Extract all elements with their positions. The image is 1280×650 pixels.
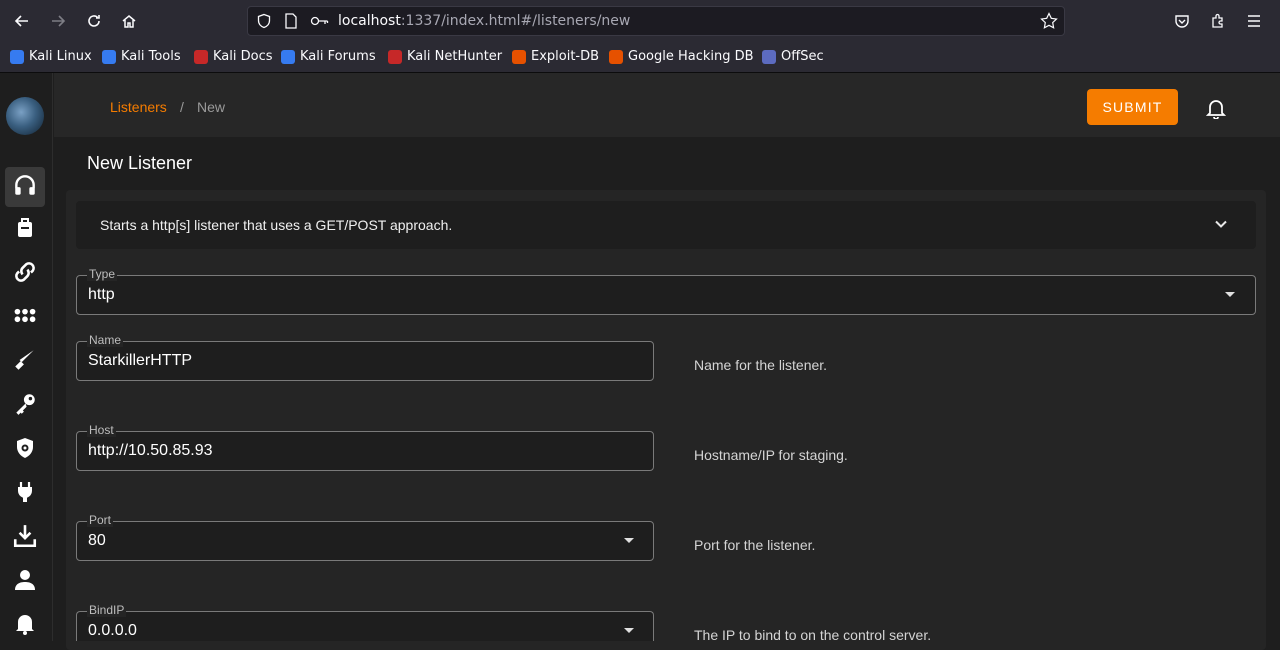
port-hint: Port for the listener. [694,537,816,553]
submit-button[interactable]: SUBMIT [1087,89,1178,125]
notifications-bell-icon[interactable] [1205,97,1227,120]
name-field[interactable]: Name StarkillerHTTP [76,333,654,381]
bookmark-exploit-db[interactable]: Exploit-DB [512,49,599,64]
sidebar-item-malleable[interactable] [5,474,45,514]
bindip-label: BindIP [87,603,127,617]
bookmark-label: Kali Forums [300,49,376,64]
name-hint: Name for the listener. [694,357,828,373]
chevron-down-icon[interactable] [1214,217,1228,236]
bookmark-kali-nethunter[interactable]: Kali NetHunter [388,49,502,64]
sidebar [0,73,53,641]
bookmark-kali-tools[interactable]: Kali Tools [102,49,181,64]
bookmark-label: Kali Docs [213,49,273,64]
type-label: Type [87,267,118,281]
sidebar-item-downloads[interactable] [5,518,45,558]
browser-toolbar: localhost:1337/index.html#/listeners/new [0,0,1280,42]
type-select[interactable]: Type http [76,267,1256,315]
bookmark-label: OffSec [781,49,824,64]
listener-description: Starts a http[s] listener that uses a GE… [100,217,453,233]
shield-gear-icon [13,436,37,465]
knife-icon [12,347,38,378]
user-icon [13,568,37,597]
bookmark-label: Kali NetHunter [407,49,503,64]
dropdown-arrow-icon[interactable] [624,538,634,543]
url-text[interactable]: localhost:1337/index.html#/listeners/new [338,13,630,29]
port-label: Port [87,513,114,527]
kali-forums-icon [281,49,295,64]
google-hacking-db-icon [609,49,623,64]
back-icon[interactable] [10,9,34,33]
page-title: New Listener [87,153,193,173]
kali-tools-icon [102,49,116,64]
menu-icon[interactable] [1242,9,1266,33]
apps-grid-icon [12,303,38,334]
sidebar-item-modules[interactable] [5,298,45,338]
type-value: http [88,286,115,303]
url-host: localhost [338,13,401,29]
bookmark-kali-docs[interactable]: Kali Docs [194,49,273,64]
bookmark-google-hacking-db[interactable]: Google Hacking DB [609,49,754,64]
forward-icon[interactable] [46,9,70,33]
bookmarks-bar: Kali Linux Kali Tools Kali Docs Kali For… [0,42,1280,73]
reload-icon[interactable] [82,9,106,33]
name-label: Name [87,333,124,347]
page-icon [284,13,298,34]
bell-icon [13,611,37,640]
host-label: Host [87,423,116,437]
star-bookmark-icon[interactable] [1040,12,1058,35]
sidebar-item-profile[interactable] [5,562,45,602]
kali-nethunter-icon [388,49,402,64]
offsec-icon [762,49,776,64]
sidebar-item-credentials[interactable] [5,386,45,426]
headphones-icon [12,172,38,203]
breadcrumb-separator: / [180,99,184,115]
sidebar-item-listeners[interactable] [5,167,45,207]
kali-linux-icon [10,49,24,64]
url-path: :1337/index.html#/listeners/new [400,13,631,29]
extensions-icon[interactable] [1206,9,1230,33]
key-icon [12,391,38,422]
port-select[interactable]: Port 80 [76,513,654,561]
home-icon[interactable] [117,9,141,33]
dropdown-arrow-icon[interactable] [624,628,634,633]
download-icon [12,523,38,554]
name-value: StarkillerHTTP [88,352,193,369]
pocket-icon[interactable] [1170,9,1194,33]
bookmark-offsec[interactable]: OffSec [762,49,824,64]
sidebar-item-notifications[interactable] [5,605,45,645]
link-icon [11,258,39,291]
url-bar[interactable]: localhost:1337/index.html#/listeners/new [247,6,1065,36]
description-panel[interactable]: Starts a http[s] listener that uses a GE… [76,201,1256,249]
exploit-db-icon [512,49,526,64]
bindip-value: 0.0.0.0 [88,622,137,639]
form-card [66,190,1266,650]
host-field[interactable]: Host http://10.50.85.93 [76,423,654,471]
sidebar-item-agents[interactable] [5,254,45,294]
bindip-select[interactable]: BindIP 0.0.0.0 [76,603,654,641]
breadcrumb-listeners[interactable]: Listeners [110,99,167,115]
shield-icon[interactable] [256,13,272,34]
avatar[interactable] [6,97,44,135]
bookmark-label: Kali Linux [29,49,92,64]
host-value: http://10.50.85.93 [88,442,213,459]
briefcase-icon [13,216,37,245]
port-value: 80 [88,532,106,549]
bookmark-label: Google Hacking DB [628,49,754,64]
host-hint: Hostname/IP for staging. [694,447,848,463]
bookmark-label: Exploit-DB [531,49,600,64]
sidebar-item-plugins[interactable] [5,342,45,382]
sidebar-item-users[interactable] [5,430,45,470]
bookmark-kali-forums[interactable]: Kali Forums [281,49,376,64]
sidebar-item-stagers[interactable] [5,210,45,250]
bookmark-kali-linux[interactable]: Kali Linux [10,49,92,64]
key-permission-icon[interactable] [310,14,330,33]
dropdown-arrow-icon[interactable] [1225,292,1235,297]
bookmark-label: Kali Tools [121,49,181,64]
plug-icon [13,480,37,509]
app-header: Listeners / New SUBMIT [54,73,1280,137]
kali-docs-icon [194,49,208,64]
breadcrumb-current: New [197,99,226,115]
